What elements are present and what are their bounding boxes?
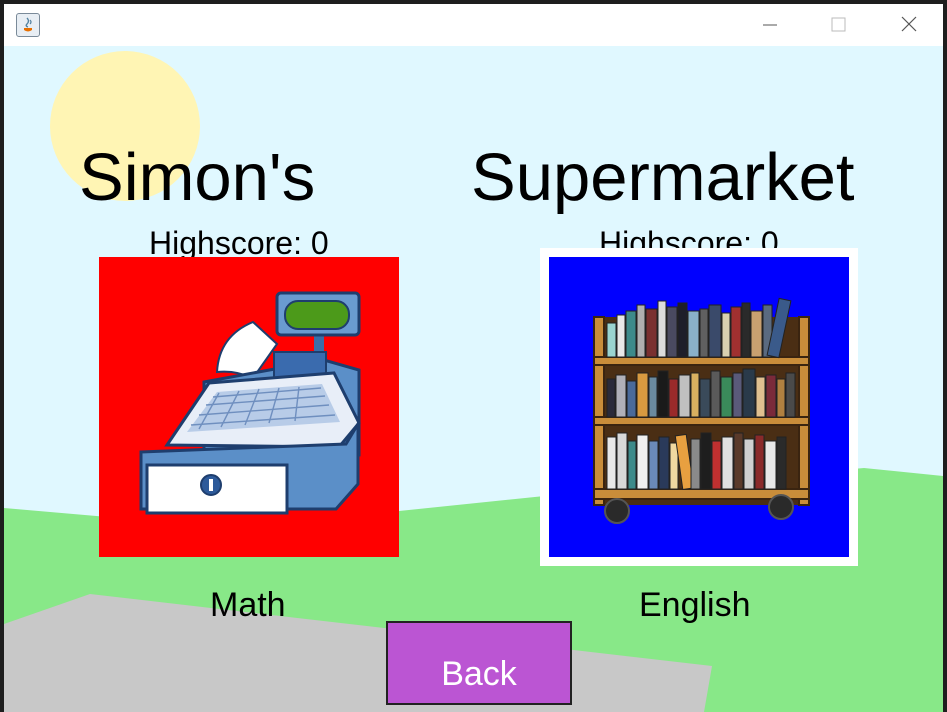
bookshelf-icon — [593, 297, 810, 524]
close-icon — [901, 16, 917, 32]
back-button[interactable]: Back — [386, 621, 572, 705]
java-app-icon[interactable] — [16, 13, 40, 37]
minimize-icon — [763, 24, 777, 26]
title-bar — [4, 4, 943, 46]
english-tile[interactable] — [540, 248, 858, 566]
title-right: Supermarket — [471, 140, 855, 215]
math-highscore: Highscore: 0 — [149, 225, 329, 261]
math-tile[interactable] — [99, 257, 399, 557]
english-label: English — [639, 586, 751, 624]
cash-register-icon — [139, 291, 361, 515]
title-left: Simon's — [79, 140, 316, 215]
math-label: Math — [210, 586, 286, 624]
close-button[interactable] — [885, 4, 931, 46]
english-tile-face — [549, 257, 849, 557]
game-window: Simon's Supermarket Highscore: 0 Highsco… — [4, 4, 943, 712]
minimize-button[interactable] — [746, 4, 792, 46]
maximize-icon — [831, 17, 846, 32]
maximize-button[interactable] — [814, 4, 860, 46]
